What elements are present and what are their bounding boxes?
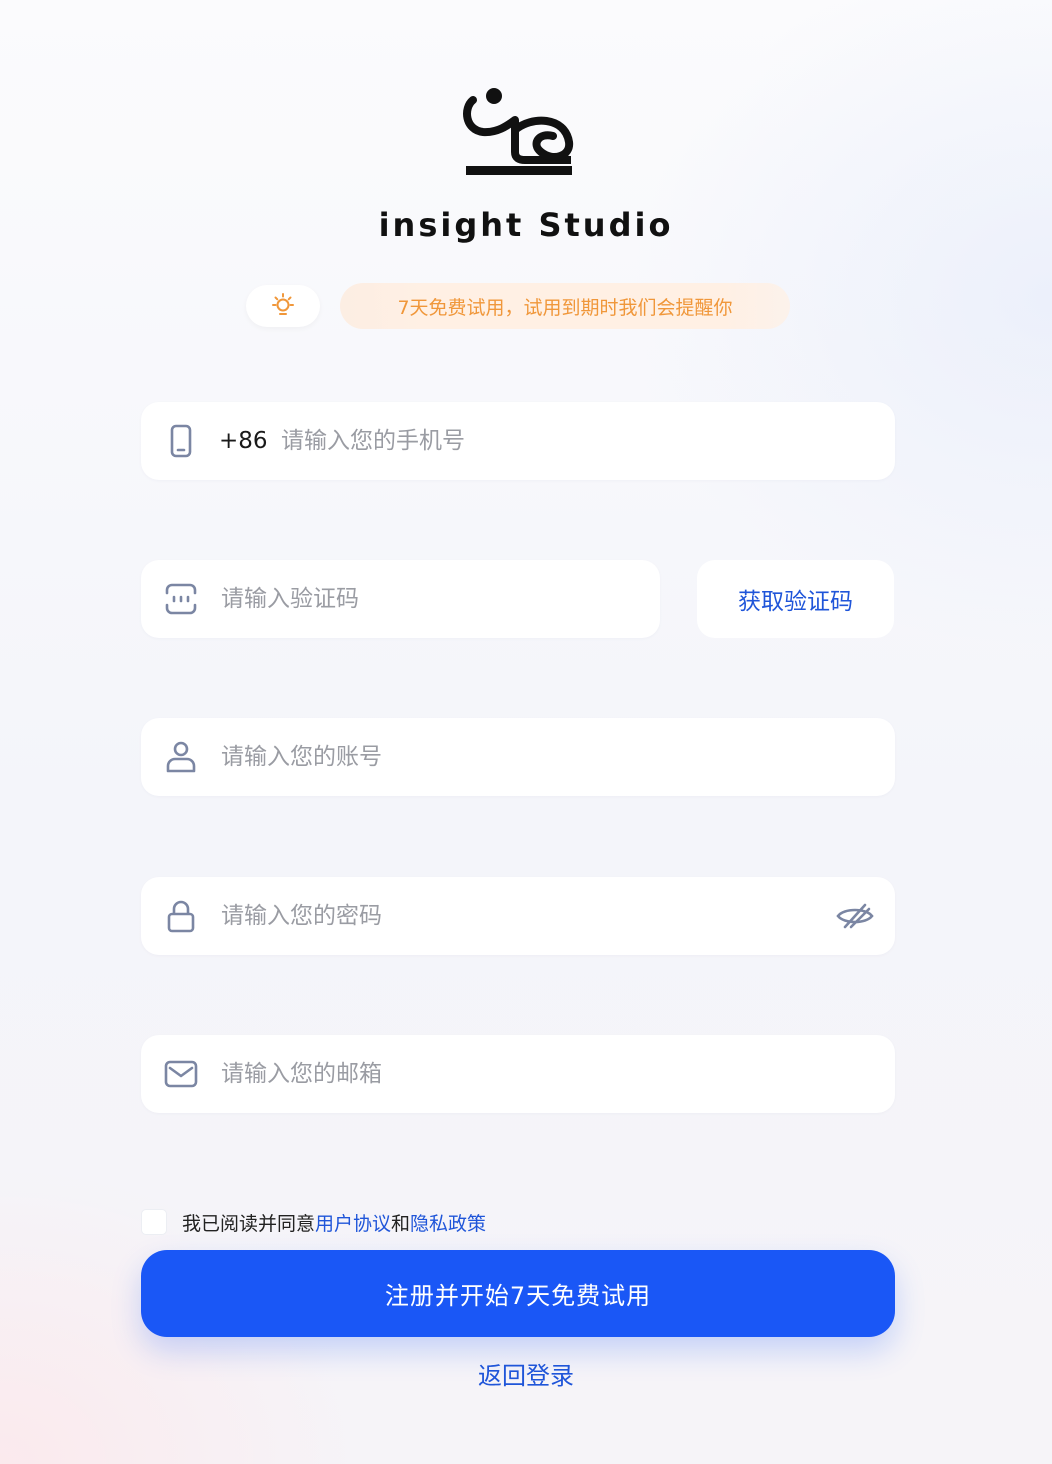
get-code-button[interactable]: 获取验证码 [697,560,894,638]
insight-studio-logo [463,88,574,175]
email-input[interactable] [219,1035,825,1113]
captcha-icon [165,583,197,615]
brand-name: insight Studio [378,206,674,244]
phone-input[interactable] [279,402,825,480]
account-input[interactable] [219,718,825,796]
code-field [141,560,660,638]
mail-icon [164,1060,198,1088]
password-input[interactable] [219,877,825,955]
privacy-link[interactable]: 隐私政策 [410,1209,486,1236]
code-input[interactable] [219,560,640,638]
trial-tip-text: 7天免费试用，试用到期时我们会提醒你 [397,296,733,319]
lock-icon [167,900,195,933]
phone-field: +86 [141,402,895,480]
user-icon [166,741,196,773]
trial-tip-banner: 7天免费试用，试用到期时我们会提醒你 [340,283,790,329]
back-to-login-link[interactable]: 返回登录 [0,1356,1052,1391]
agreement-joiner: 和 [391,1212,411,1235]
terms-link[interactable]: 用户协议 [315,1209,391,1236]
eye-hidden-icon[interactable] [835,901,875,931]
account-field [141,718,895,796]
agreement-checkbox[interactable] [141,1209,167,1235]
lightbulb-icon [272,293,294,315]
phone-icon [170,424,192,458]
tip-icon-badge [246,285,320,327]
agreement-row: 我已阅读并同意 用户协议 和 隐私政策 [141,1206,486,1238]
register-trial-button[interactable]: 注册并开始7天免费试用 [141,1250,895,1337]
password-field [141,877,895,955]
agreement-text: 我已阅读并同意 [182,1212,316,1235]
email-field [141,1035,895,1113]
country-code[interactable]: +86 [219,428,268,454]
